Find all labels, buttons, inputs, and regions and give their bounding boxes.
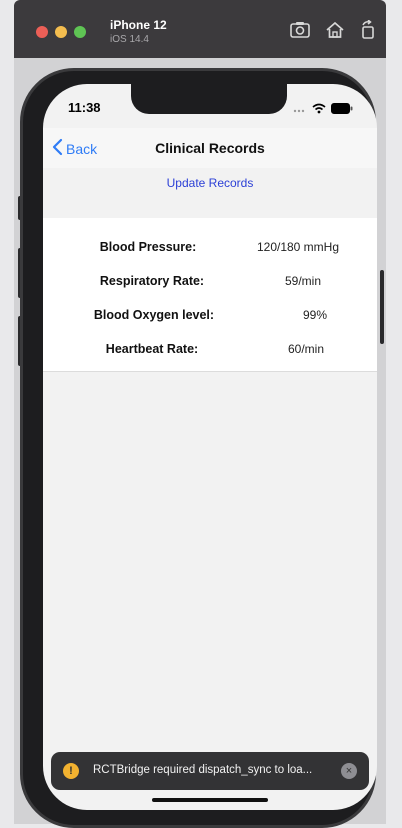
signal-dots-icon [293,101,307,119]
record-label: Heartbeat Rate: [105,342,199,356]
record-row-respiratory-rate: Respiratory Rate: 59/min [43,274,377,294]
notch [131,84,287,114]
record-value: 99% [302,308,328,322]
home-indicator[interactable] [152,798,268,802]
power-button [380,270,384,344]
record-row-blood-pressure: Blood Pressure: 120/180 mmHg [43,240,377,260]
warning-toast[interactable]: ! RCTBridge required dispatch_sync to lo… [51,752,369,790]
status-icons [293,101,353,119]
home-icon[interactable] [324,20,346,40]
minimize-window-button[interactable] [55,26,67,38]
record-value: 120/180 mmHg [256,240,340,254]
status-time: 11:38 [68,100,101,115]
record-label: Blood Oxygen level: [93,308,215,322]
record-label: Respiratory Rate: [99,274,205,288]
close-window-button[interactable] [36,26,48,38]
screenshot-icon[interactable] [289,20,311,40]
phone-screen: 11:38 Back Clinical Records Update Recor… [43,84,377,810]
update-section: Update Records [43,168,377,218]
record-value: 59/min [284,274,322,288]
record-row-blood-oxygen: Blood Oxygen level: 99% [43,308,377,328]
record-label: Blood Pressure: [99,240,197,254]
toast-message: RCTBridge required dispatch_sync to loa.… [93,764,313,776]
zoom-window-button[interactable] [74,26,86,38]
rotate-icon[interactable] [357,19,379,40]
simulator-titlebar: iPhone 12 iOS 14.4 [14,0,386,58]
battery-icon [331,101,353,119]
device-os-version: iOS 14.4 [110,34,149,45]
close-icon[interactable]: × [341,763,357,779]
page-title: Clinical Records [155,140,265,156]
wifi-icon [312,101,326,119]
warning-icon: ! [63,763,79,779]
record-row-heartbeat-rate: Heartbeat Rate: 60/min [43,342,377,362]
records-card: Blood Pressure: 120/180 mmHg Respiratory… [43,218,377,372]
navigation-bar: Back Clinical Records [43,128,377,169]
record-value: 60/min [287,342,325,356]
update-records-button[interactable]: Update Records [43,176,377,190]
device-name: iPhone 12 [110,18,167,32]
